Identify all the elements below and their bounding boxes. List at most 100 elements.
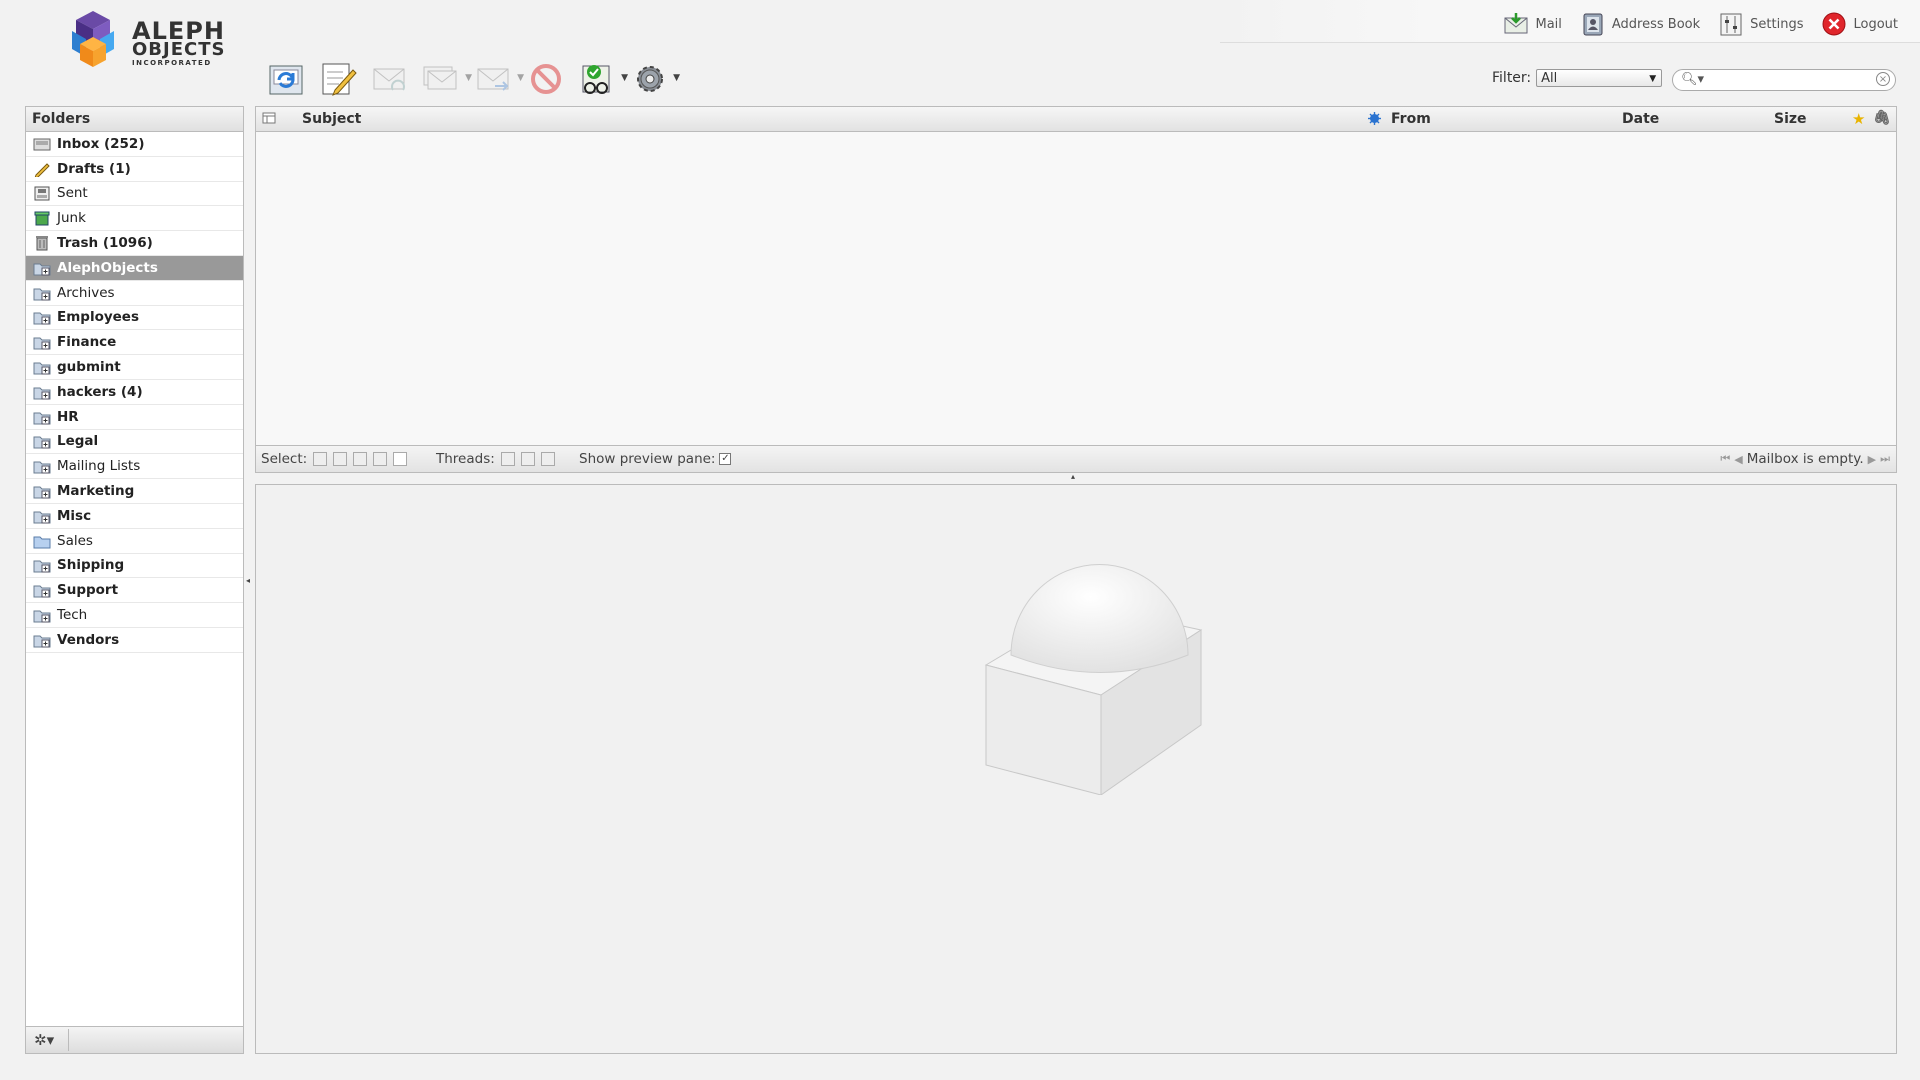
folder-icon (33, 362, 51, 375)
folder-label: gubmint (57, 359, 121, 376)
reply-all-button[interactable]: ▼ (420, 58, 472, 100)
folder-icon (33, 312, 51, 325)
mark-button[interactable]: ▼ (576, 58, 628, 100)
folder-list: Inbox (252) Drafts (1) Sent Junk Trash (1096… (26, 132, 243, 653)
collapse-threads-icon[interactable] (540, 452, 555, 466)
check-mail-button[interactable] (264, 58, 308, 100)
folder-icon (33, 337, 51, 350)
folder-item-trash[interactable]: Trash (1096) (26, 231, 243, 256)
folder-icon (33, 263, 51, 276)
select-page-icon[interactable] (333, 452, 348, 466)
more-dropdown-icon[interactable]: ▼ (673, 73, 680, 83)
folder-item-hackers[interactable]: hackers (4) (26, 380, 243, 405)
trash-icon (36, 236, 48, 251)
mailbox-status: Mailbox is empty. (1746, 451, 1864, 467)
sent-icon (34, 186, 50, 201)
chevron-down-icon: ▼ (1649, 74, 1657, 84)
folder-item-sales[interactable]: Sales (26, 529, 243, 554)
select-all-icon[interactable] (313, 452, 328, 466)
select-none-icon[interactable] (393, 452, 408, 466)
folder-icon (33, 635, 51, 648)
column-from[interactable]: From (1391, 111, 1431, 127)
folder-label: Employees (57, 309, 140, 326)
folder-item-support[interactable]: Support (26, 578, 243, 604)
forward-dropdown-icon[interactable]: ▼ (517, 73, 524, 83)
reply-all-dropdown-icon[interactable]: ▼ (465, 73, 472, 83)
folder-plain-icon (33, 536, 51, 549)
folder-item-shipping[interactable]: Shipping (26, 554, 243, 579)
next-page-icon[interactable]: ▶ (1868, 453, 1876, 466)
folder-item-hr[interactable]: HR (26, 405, 243, 430)
folder-label: hackers (4) (57, 383, 143, 400)
folder-item-legal[interactable]: Legal (26, 430, 243, 455)
column-subject[interactable]: Subject (302, 111, 361, 127)
list-options-icon[interactable] (262, 112, 276, 128)
settings-link[interactable]: Settings (1718, 11, 1803, 37)
address-book-icon (1583, 13, 1603, 36)
message-list-footer: Select: Threads: Show preview pane: ✓ ⏮ … (256, 445, 1896, 472)
folder-item-vendors[interactable]: Vendors (26, 628, 243, 653)
expand-unread-threads-icon[interactable] (520, 452, 535, 466)
folder-icon (33, 412, 51, 425)
clear-search-icon[interactable]: × (1876, 72, 1890, 86)
address-book-link[interactable]: Address Book (1580, 11, 1700, 37)
folder-item-marketing[interactable]: Marketing (26, 479, 243, 504)
folder-list-panel: Folders Inbox (252) Drafts (1) Sent Junk Tra… (25, 106, 244, 1054)
cube-logo-icon (72, 11, 114, 67)
first-page-icon[interactable]: ⏮ (1720, 452, 1730, 466)
folder-item-employees[interactable]: Employees (26, 306, 243, 331)
previous-page-icon[interactable]: ◀ (1734, 453, 1742, 466)
forward-button[interactable]: ▼ (472, 58, 524, 100)
horizontal-splitter-handle[interactable]: ▴ (1071, 472, 1075, 481)
folder-item-finance[interactable]: Finance (26, 330, 243, 356)
mail-link[interactable]: Mail (1503, 11, 1562, 37)
folder-item-misc[interactable]: Misc (26, 504, 243, 529)
folder-item-drafts[interactable]: Drafts (1) (26, 157, 243, 182)
folder-icon (33, 436, 51, 449)
expand-threads-icon[interactable] (500, 452, 515, 466)
last-page-icon[interactable]: ⏭ (1880, 452, 1890, 466)
folder-item-inbox[interactable]: Inbox (252) (26, 132, 243, 157)
select-unread-icon[interactable] (353, 452, 368, 466)
folder-item-archives[interactable]: Archives (26, 281, 243, 306)
folder-item-sent[interactable]: Sent (26, 182, 243, 207)
folder-item-tech[interactable]: Tech (26, 603, 243, 628)
threads-label: Threads: (436, 451, 495, 467)
select-invert-icon[interactable] (373, 452, 388, 466)
flag-star-icon[interactable]: ★ (1852, 110, 1865, 128)
folder-options-gear-icon[interactable]: ✲▾ (34, 1031, 54, 1049)
select-label: Select: (261, 451, 308, 467)
more-button[interactable]: ▼ (628, 58, 680, 100)
gear-icon (637, 66, 663, 92)
folder-label: Sales (57, 532, 93, 549)
folder-label: AlephObjects (57, 259, 158, 276)
folder-icon (33, 511, 51, 524)
folder-label: Marketing (57, 483, 135, 500)
column-date[interactable]: Date (1622, 111, 1659, 127)
column-size[interactable]: Size (1774, 111, 1807, 127)
logout-link[interactable]: Logout (1821, 11, 1898, 37)
folder-item-alephobjects[interactable]: AlephObjects (26, 255, 243, 281)
folder-actions-bar: ✲▾ (26, 1026, 243, 1053)
folder-label: Shipping (57, 557, 125, 574)
message-list-header: Subject From Date Size ★ 🖇︎ (256, 107, 1896, 132)
search-icon[interactable]: 🔍︎▾ (1681, 72, 1704, 87)
folder-item-junk[interactable]: Junk (26, 206, 243, 232)
divider (68, 1029, 69, 1051)
mark-dropdown-icon[interactable]: ▼ (621, 73, 628, 83)
folder-label: Tech (57, 607, 88, 624)
vertical-splitter-handle[interactable]: ◂ (246, 576, 250, 585)
folder-icon (33, 387, 51, 400)
compose-button[interactable] (316, 58, 360, 100)
attachment-icon[interactable]: 🖇︎ (1873, 110, 1891, 126)
folder-item-mailing[interactable]: Mailing Lists (26, 454, 243, 480)
folder-label: Drafts (1) (57, 160, 131, 177)
filter-select[interactable]: All ▼ (1536, 69, 1663, 87)
search-input[interactable] (1703, 72, 1867, 90)
reply-button[interactable] (368, 58, 412, 100)
settings-icon (1720, 13, 1742, 36)
preview-pane-checkbox[interactable]: ✓ (719, 453, 732, 465)
delete-button[interactable] (524, 58, 568, 100)
folder-item-gubmint[interactable]: gubmint (26, 355, 243, 380)
folder-label: HR (57, 408, 79, 425)
